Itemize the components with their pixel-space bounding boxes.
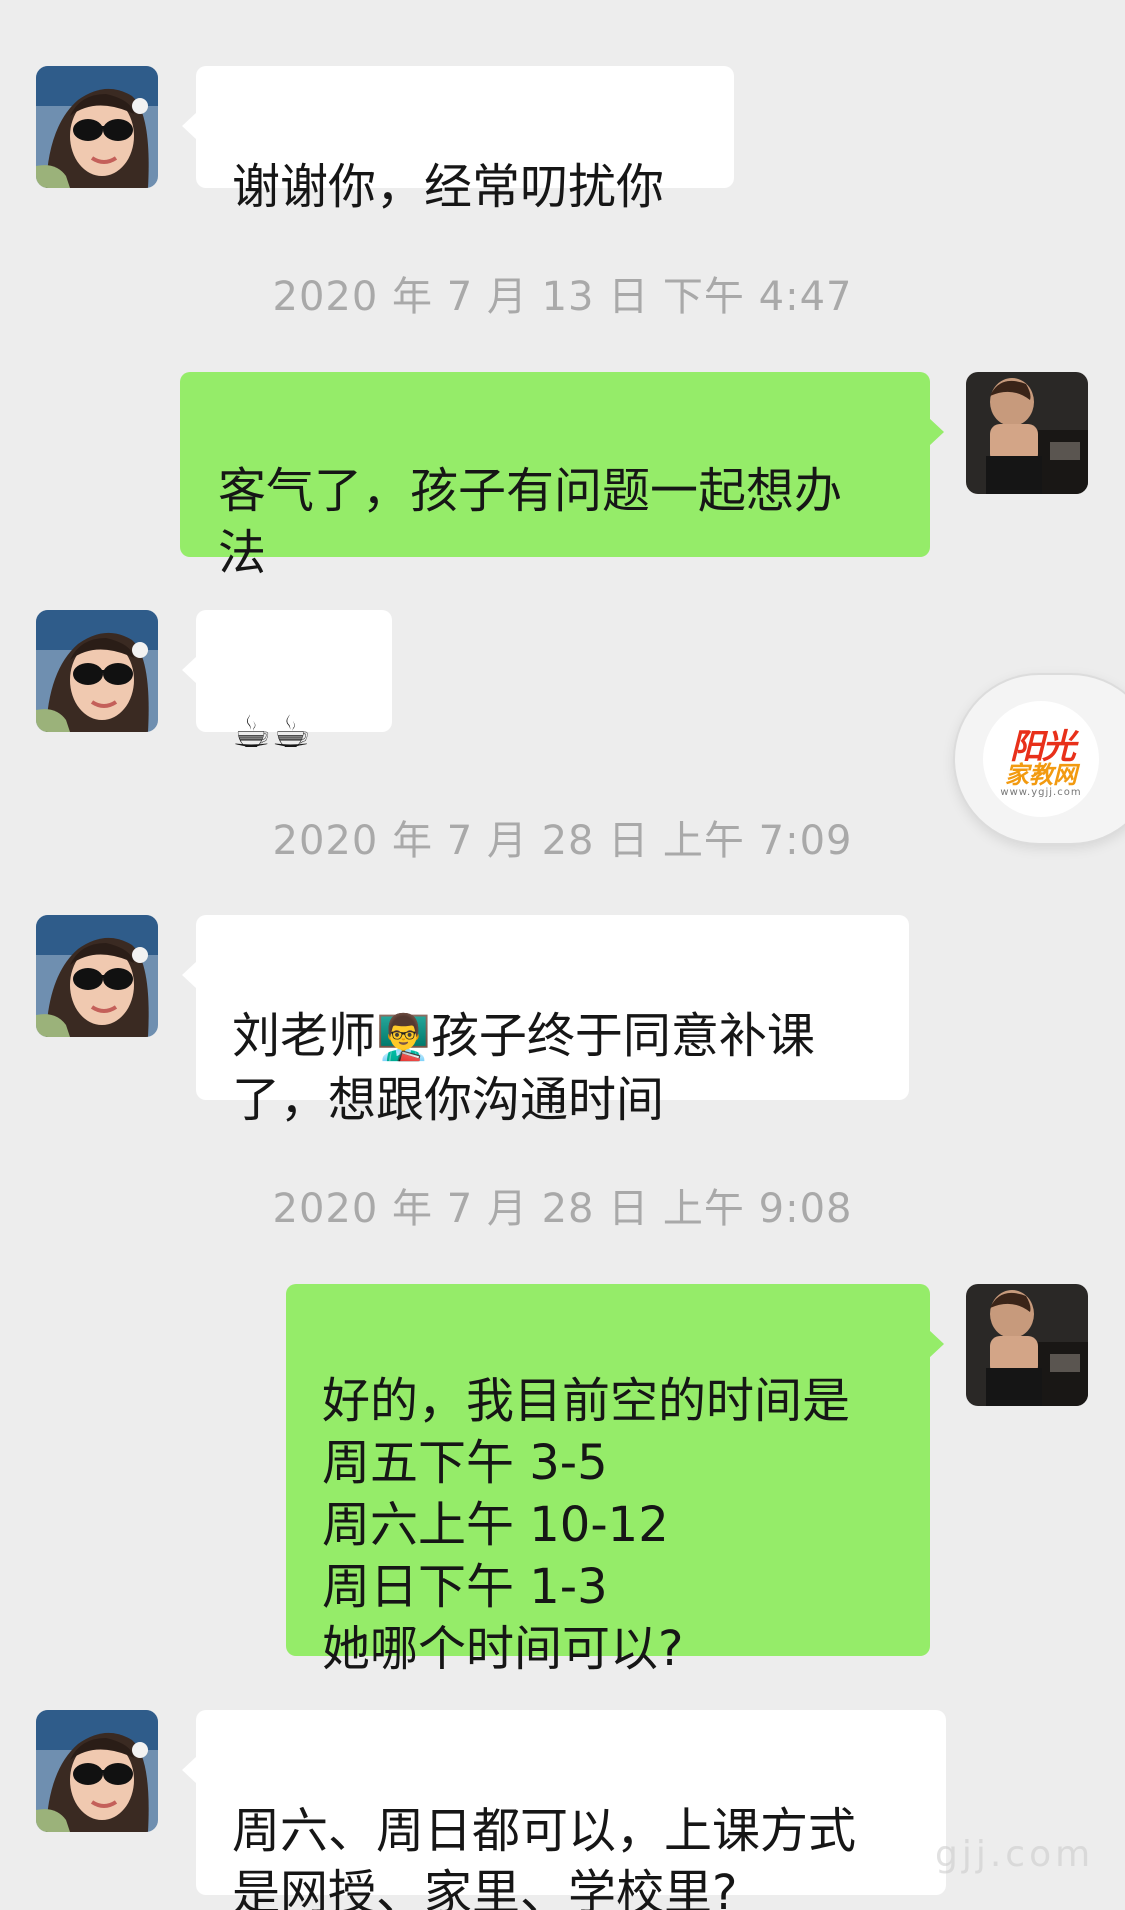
message-bubble-sent[interactable]: 好的，我目前空的时间是 周五下午 3-5 周六上午 10-12 周日下午 1-3… <box>286 1284 944 1677</box>
message-timestamp: 2020 年 7 月 28 日 上午 7:09 <box>272 818 853 864</box>
message-timestamp: 2020 年 7 月 13 日 下午 4:47 <box>272 274 853 320</box>
message-text: 好的，我目前空的时间是 周五下午 3-5 周六上午 10-12 周日下午 1-3… <box>322 1373 851 1677</box>
teacher-emoji: 👨‍🏫 <box>376 1012 431 1063</box>
coffee-emoji: ☕☕ <box>232 707 311 758</box>
contact-avatar[interactable] <box>36 66 158 188</box>
contact-avatar[interactable] <box>36 610 158 732</box>
message-bubble-received[interactable]: 谢谢你，经常叨扰你 <box>182 66 734 215</box>
logo-text-sub: 家教网 <box>1005 761 1077 789</box>
message-bubble-received[interactable]: ☕☕ <box>182 610 392 758</box>
message-text: 周六、周日都可以，上课方式 是网授、家里、学校里? <box>232 1803 857 1910</box>
message-text: 谢谢你，经常叨扰你 <box>232 159 665 215</box>
contact-avatar[interactable] <box>36 1710 158 1832</box>
message-text: 刘老师 <box>232 1008 377 1064</box>
chat-screen: 谢谢你，经常叨扰你 2020 年 7 月 13 日 下午 4:47 客气了，孩子… <box>0 0 1125 1910</box>
contact-avatar[interactable] <box>36 915 158 1037</box>
logo-url: www.ygjj.com <box>1000 787 1082 798</box>
message-bubble-received[interactable]: 刘老师👨‍🏫孩子终于同意补课 了，想跟你沟通时间 <box>182 915 909 1128</box>
my-avatar[interactable] <box>966 372 1088 494</box>
message-bubble-received[interactable]: 周六、周日都可以，上课方式 是网授、家里、学校里? <box>182 1710 946 1910</box>
message-bubble-sent[interactable]: 客气了，孩子有问题一起想办 法 <box>180 372 944 581</box>
logo-icon: 阳光 家教网 www.ygjj.com <box>983 701 1099 817</box>
message-text: 客气了，孩子有问题一起想办 法 <box>218 463 843 581</box>
my-avatar[interactable] <box>966 1284 1088 1406</box>
watermark-text: gjj.com <box>935 1834 1095 1875</box>
message-timestamp: 2020 年 7 月 28 日 上午 9:08 <box>272 1186 853 1232</box>
